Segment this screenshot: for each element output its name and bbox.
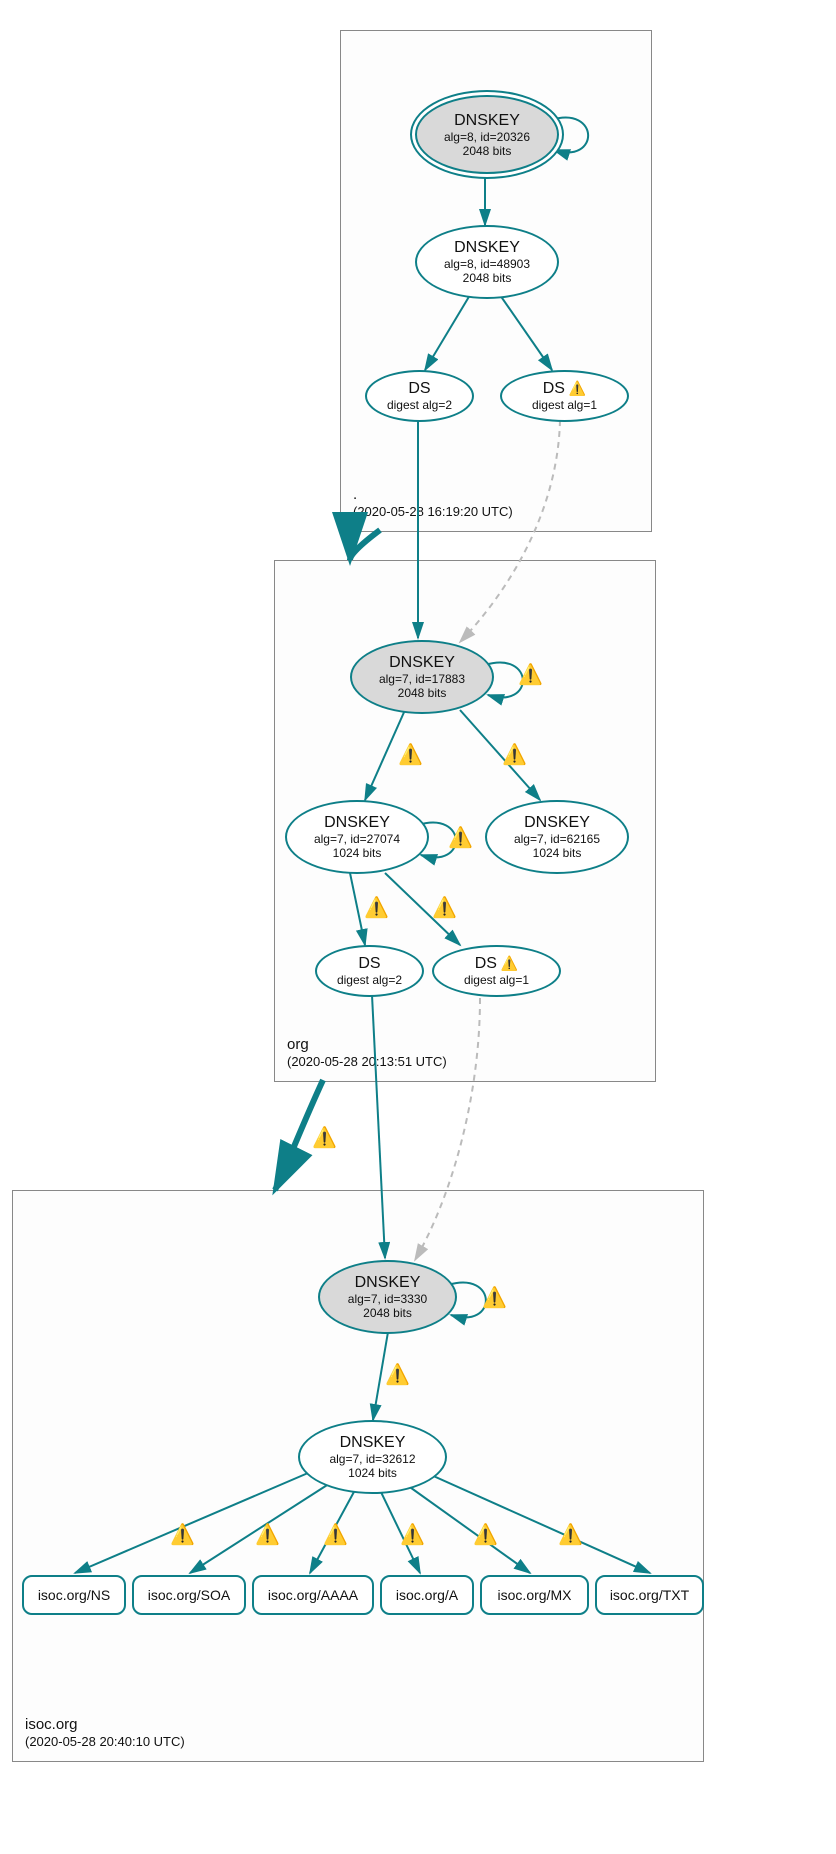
root-ksk-bits: 2048 bits [463,144,512,158]
org-key2-title: DNSKEY [524,814,590,832]
warning-icon: ⚠️ [398,745,423,765]
org-ds1-node: DS ⚠️ digest alg=1 [432,945,561,997]
warning-icon: ⚠️ [502,745,527,765]
root-zsk-title: DNSKEY [454,239,520,257]
root-ksk-alg: alg=8, id=20326 [444,130,530,144]
org-zsk-alg: alg=7, id=27074 [314,832,400,846]
warning-icon: ⚠️ [432,898,457,918]
rr-a-label: isoc.org/A [396,1587,458,1603]
org-ds1-alg: digest alg=1 [464,973,529,987]
isoc-zsk-node: DNSKEY alg=7, id=32612 1024 bits [298,1420,447,1494]
warning-icon: ⚠️ [448,828,473,848]
warning-icon: ⚠️ [518,665,543,685]
org-zsk-bits: 1024 bits [333,846,382,860]
zone-root-ts: (2020-05-28 16:19:20 UTC) [353,504,513,521]
zone-root-name: . [353,485,513,505]
rr-ns-label: isoc.org/NS [38,1587,110,1603]
root-zsk-alg: alg=8, id=48903 [444,257,530,271]
rr-txt-node: isoc.org/TXT [595,1575,704,1615]
root-zsk-node: DNSKEY alg=8, id=48903 2048 bits [415,225,559,299]
zone-org-label: org (2020-05-28 20:13:51 UTC) [287,1035,447,1071]
org-ksk-node: DNSKEY alg=7, id=17883 2048 bits [350,640,494,714]
org-ksk-alg: alg=7, id=17883 [379,672,465,686]
warning-icon: ⚠️ [385,1365,410,1385]
warning-icon: ⚠️ [255,1525,280,1545]
root-zsk-bits: 2048 bits [463,271,512,285]
warning-icon: ⚠️ [323,1525,348,1545]
org-zsk-title: DNSKEY [324,814,390,832]
zone-root-label: . (2020-05-28 16:19:20 UTC) [353,485,513,521]
rr-mx-node: isoc.org/MX [480,1575,589,1615]
zone-isoc-label: isoc.org (2020-05-28 20:40:10 UTC) [25,1715,185,1751]
org-ds2-alg: digest alg=2 [337,973,402,987]
root-ds1-title: DS [543,380,565,397]
rr-txt-label: isoc.org/TXT [610,1587,689,1603]
warning-icon: ⚠️ [312,1128,337,1148]
warning-icon: ⚠️ [569,380,586,396]
warning-icon: ⚠️ [473,1525,498,1545]
org-key2-node: DNSKEY alg=7, id=62165 1024 bits [485,800,629,874]
rr-aaaa-label: isoc.org/AAAA [268,1587,358,1603]
warning-icon: ⚠️ [364,898,389,918]
org-key2-alg: alg=7, id=62165 [514,832,600,846]
warning-icon: ⚠️ [170,1525,195,1545]
org-zsk-node: DNSKEY alg=7, id=27074 1024 bits [285,800,429,874]
isoc-zsk-bits: 1024 bits [348,1466,397,1480]
org-key2-bits: 1024 bits [533,846,582,860]
warning-icon: ⚠️ [400,1525,425,1545]
rr-aaaa-node: isoc.org/AAAA [252,1575,374,1615]
isoc-ksk-alg: alg=7, id=3330 [348,1292,427,1306]
root-ds1-alg: digest alg=1 [532,398,597,412]
rr-a-node: isoc.org/A [380,1575,474,1615]
warning-icon: ⚠️ [482,1288,507,1308]
isoc-ksk-bits: 2048 bits [363,1306,412,1320]
isoc-ksk-node: DNSKEY alg=7, id=3330 2048 bits [318,1260,457,1334]
root-ksk-node: DNSKEY alg=8, id=20326 2048 bits [415,95,559,174]
zone-isoc-ts: (2020-05-28 20:40:10 UTC) [25,1734,185,1751]
isoc-zsk-title: DNSKEY [340,1434,406,1452]
rr-ns-node: isoc.org/NS [22,1575,126,1615]
org-ds2-node: DS digest alg=2 [315,945,424,997]
root-ds1-node: DS ⚠️ digest alg=1 [500,370,629,422]
root-ksk-title: DNSKEY [454,112,520,130]
zone-org-ts: (2020-05-28 20:13:51 UTC) [287,1054,447,1071]
isoc-ksk-title: DNSKEY [355,1274,421,1292]
zone-isoc-name: isoc.org [25,1715,185,1735]
warning-icon: ⚠️ [501,955,518,971]
org-ksk-bits: 2048 bits [398,686,447,700]
org-ksk-title: DNSKEY [389,654,455,672]
isoc-zsk-alg: alg=7, id=32612 [329,1452,415,1466]
zone-org-name: org [287,1035,447,1055]
org-ds2-title: DS [358,955,380,973]
rr-soa-label: isoc.org/SOA [148,1587,230,1603]
root-ds2-node: DS digest alg=2 [365,370,474,422]
root-ds2-alg: digest alg=2 [387,398,452,412]
warning-icon: ⚠️ [558,1525,583,1545]
org-ds1-title: DS [475,955,497,972]
rr-soa-node: isoc.org/SOA [132,1575,246,1615]
rr-mx-label: isoc.org/MX [498,1587,572,1603]
root-ds2-title: DS [408,380,430,398]
